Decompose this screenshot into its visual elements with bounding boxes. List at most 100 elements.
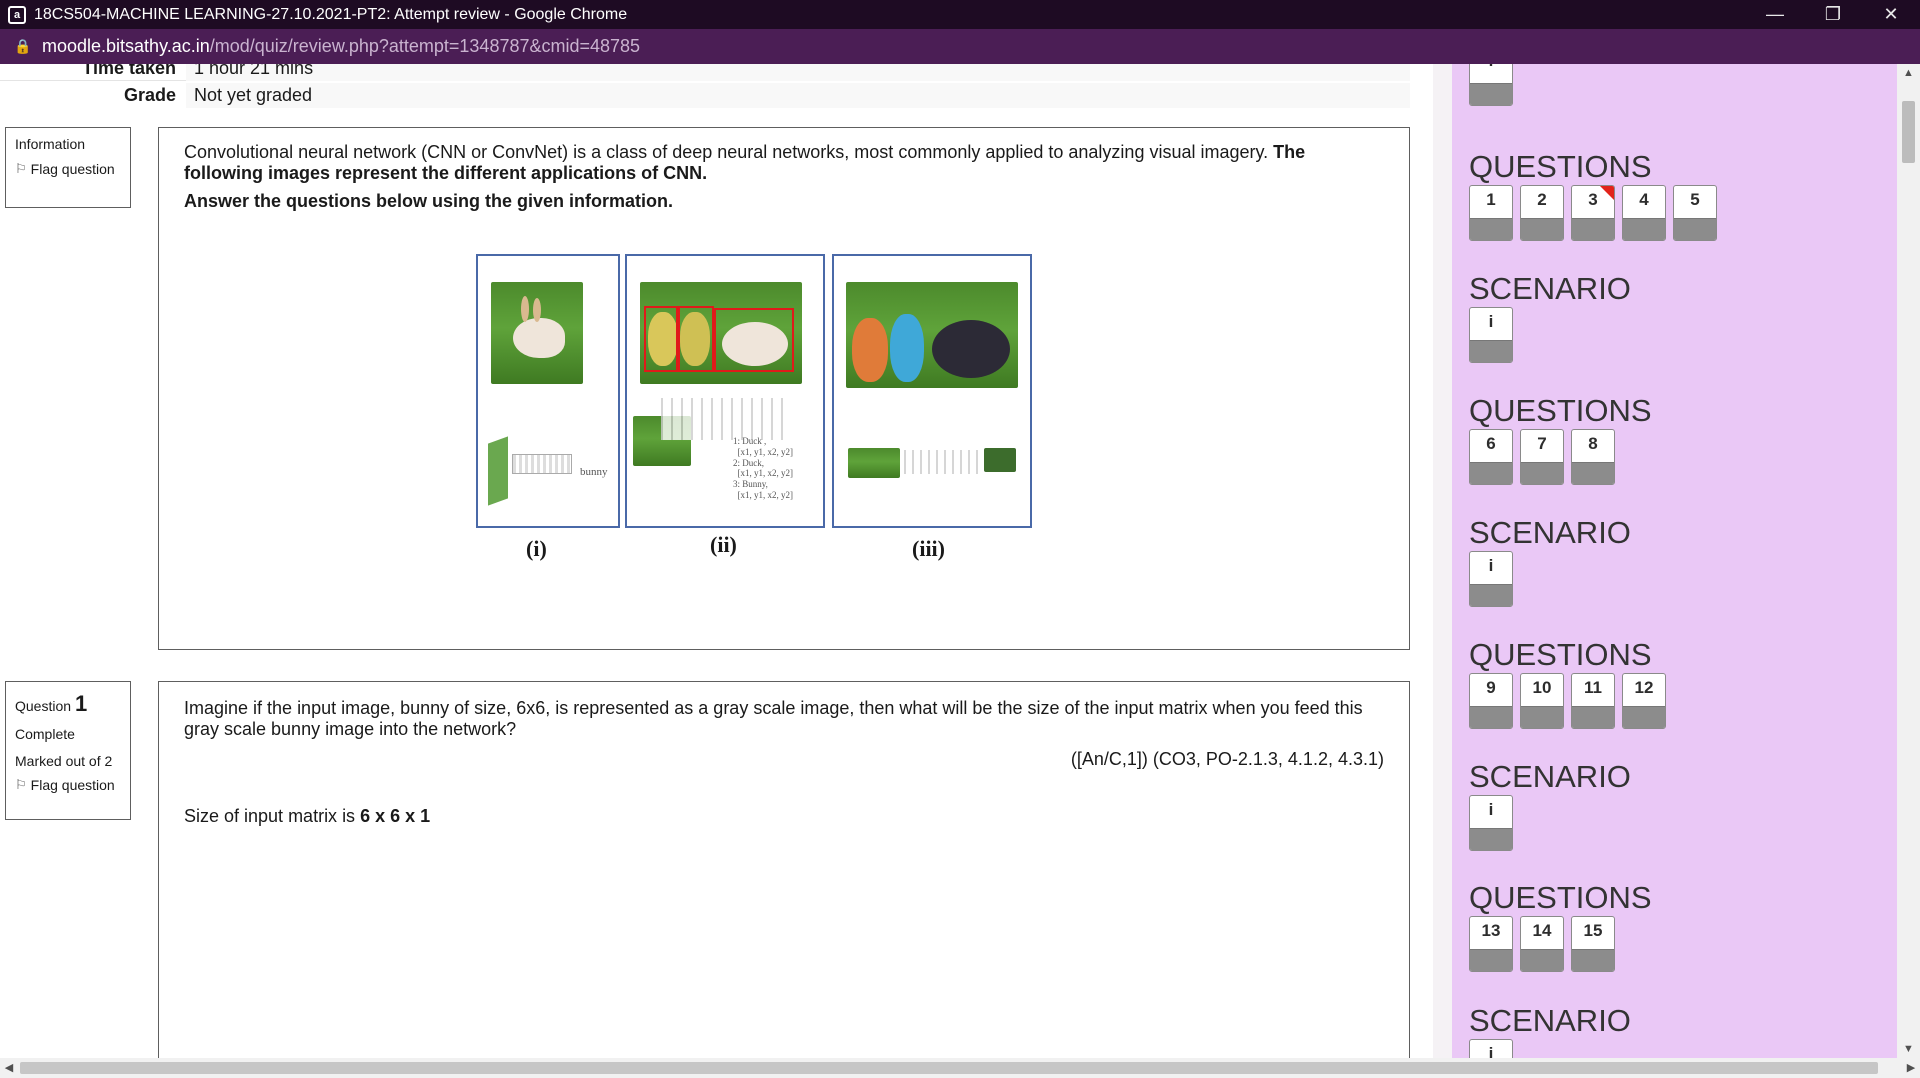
- flag-icon: ⚐: [15, 777, 27, 793]
- nav-button-status-bar: [1470, 584, 1512, 606]
- quiz-navigation-panel: i QUESTIONS12345SCENARIOiQUESTIONS678SCE…: [1452, 64, 1897, 1058]
- information-content: Convolutional neural network (CNN or Con…: [158, 127, 1410, 650]
- nav-button-label: i: [1470, 64, 1512, 71]
- nav-button-4[interactable]: 4: [1622, 185, 1666, 241]
- cnn-applications-figure: bunny 1: Duck , [x1, y1, x2, y2] 2: Duck…: [476, 254, 1038, 568]
- nav-button-label: 2: [1537, 190, 1547, 209]
- scroll-left-icon[interactable]: ◀: [0, 1058, 18, 1078]
- horizontal-scrollbar[interactable]: ◀ ▶: [0, 1058, 1920, 1078]
- segmentation-output-photo: [984, 448, 1016, 472]
- info-paragraph-2: Answer the questions below using the giv…: [184, 191, 1384, 212]
- question-prefix: Question: [15, 698, 75, 714]
- nav-button-8[interactable]: 8: [1571, 429, 1615, 485]
- network-diagram-ii: [661, 398, 785, 440]
- horizontal-scroll-thumb[interactable]: [20, 1062, 1878, 1074]
- nav-button-7[interactable]: 7: [1520, 429, 1564, 485]
- nav-button-1[interactable]: 1: [1469, 185, 1513, 241]
- nav-button-info[interactable]: i: [1469, 64, 1513, 106]
- restore-icon[interactable]: ❐: [1804, 0, 1862, 29]
- nav-button-label: i: [1488, 1044, 1494, 1058]
- nav-button-label: 9: [1486, 678, 1496, 697]
- flag-question-link[interactable]: ⚐ Flag question: [15, 776, 121, 795]
- nav-button-15[interactable]: 15: [1571, 916, 1615, 972]
- nav-button-label: 7: [1537, 434, 1547, 453]
- nav-button-status-bar: [1470, 462, 1512, 484]
- nav-button-12[interactable]: 12: [1622, 673, 1666, 729]
- nav-button-9[interactable]: 9: [1469, 673, 1513, 729]
- info-instruction: Answer the questions below using the giv…: [184, 191, 674, 212]
- network-diagram-i: [488, 432, 578, 506]
- answer-value: 6 x 6 x 1: [360, 806, 431, 827]
- nav-section-heading: QUESTIONS: [1469, 149, 1652, 184]
- nav-button-i[interactable]: i: [1469, 551, 1513, 607]
- grade-value: Not yet graded: [186, 83, 1410, 108]
- nav-button-row: 6 7 8: [1469, 429, 1615, 485]
- lock-icon: 🔒: [14, 38, 32, 54]
- segmentation-input-photo: [848, 448, 900, 478]
- nav-button-status-bar: [1572, 949, 1614, 971]
- nav-button-status-bar: [1572, 706, 1614, 728]
- nav-top-row: i: [1469, 64, 1513, 118]
- nav-button-row: i: [1469, 1039, 1513, 1058]
- nav-button-status-bar: [1470, 706, 1512, 728]
- scroll-right-icon[interactable]: ▶: [1902, 1058, 1920, 1078]
- ducks-bunny-photo: [640, 282, 802, 384]
- nav-button-status-bar: [1470, 83, 1512, 105]
- information-info-box: Information ⚐ Flag question: [5, 127, 131, 208]
- scroll-down-icon[interactable]: ▼: [1897, 1040, 1920, 1058]
- flag-question-label: Flag question: [30, 160, 115, 177]
- nav-button-label: 15: [1583, 921, 1603, 940]
- nav-button-status-bar: [1470, 828, 1512, 850]
- nav-button-status-bar: [1521, 462, 1563, 484]
- flagged-corner-icon: [1600, 186, 1614, 200]
- scroll-up-icon[interactable]: ▲: [1897, 64, 1920, 82]
- nav-button-label: 1: [1486, 190, 1496, 209]
- nav-button-6[interactable]: 6: [1469, 429, 1513, 485]
- nav-button-label: 4: [1639, 190, 1649, 209]
- figure-label-i: (i): [526, 536, 547, 561]
- nav-button-status-bar: [1470, 218, 1512, 240]
- nav-button-label: 13: [1481, 921, 1501, 940]
- answer-prefix: Size of input matrix is: [184, 806, 361, 827]
- flag-question-link[interactable]: ⚐ Flag question: [15, 160, 121, 179]
- figure-panel-classification: bunny: [476, 254, 620, 528]
- summary-row-time-taken: Time taken 1 hour 21 mins: [0, 64, 1410, 81]
- figure-label-iii: (iii): [912, 536, 945, 561]
- quiz-review-content: Time taken 1 hour 21 mins Grade Not yet …: [0, 64, 1433, 1058]
- address-bar[interactable]: 🔒 moodle.bitsathy.ac.in/mod/quiz/review.…: [0, 29, 1920, 64]
- nav-button-5[interactable]: 5: [1673, 185, 1717, 241]
- vertical-scrollbar[interactable]: ▲ ▼: [1897, 64, 1920, 1058]
- nav-button-status-bar: [1521, 706, 1563, 728]
- question-number-value: 1: [74, 691, 88, 716]
- nav-button-status-bar: [1470, 949, 1512, 971]
- bunny-label: bunny: [580, 466, 608, 478]
- content-gutter: [1433, 64, 1452, 1058]
- url-path: /mod/quiz/review.php?attempt=1348787&cmi…: [209, 36, 641, 56]
- vertical-scroll-thumb[interactable]: [1902, 101, 1915, 163]
- nav-button-label: 5: [1690, 190, 1700, 209]
- nav-button-i[interactable]: i: [1469, 795, 1513, 851]
- nav-button-row: i: [1469, 307, 1513, 363]
- nav-section-heading: SCENARIO: [1469, 515, 1631, 550]
- time-taken-label: Time taken: [82, 64, 176, 78]
- question-marks: Marked out of 2: [15, 752, 113, 769]
- nav-button-11[interactable]: 11: [1571, 673, 1615, 729]
- nav-button-13[interactable]: 13: [1469, 916, 1513, 972]
- figure-label-ii: (ii): [710, 532, 737, 557]
- nav-button-14[interactable]: 14: [1520, 916, 1564, 972]
- minimize-icon[interactable]: —: [1746, 0, 1804, 29]
- nav-button-status-bar: [1521, 218, 1563, 240]
- nav-button-i[interactable]: i: [1469, 1039, 1513, 1058]
- nav-button-i[interactable]: i: [1469, 307, 1513, 363]
- nav-button-3[interactable]: 3: [1571, 185, 1615, 241]
- info-paragraph-1: Convolutional neural network (CNN or Con…: [184, 142, 1384, 183]
- question-state: Complete: [15, 725, 75, 742]
- nav-button-label: 8: [1588, 434, 1598, 453]
- nav-button-label: 12: [1634, 678, 1654, 697]
- close-icon[interactable]: ✕: [1862, 0, 1920, 29]
- url-host: moodle.bitsathy.ac.in: [42, 36, 210, 56]
- nav-button-status-bar: [1674, 218, 1716, 240]
- nav-button-10[interactable]: 10: [1520, 673, 1564, 729]
- nav-section-heading: QUESTIONS: [1469, 393, 1652, 428]
- nav-button-2[interactable]: 2: [1520, 185, 1564, 241]
